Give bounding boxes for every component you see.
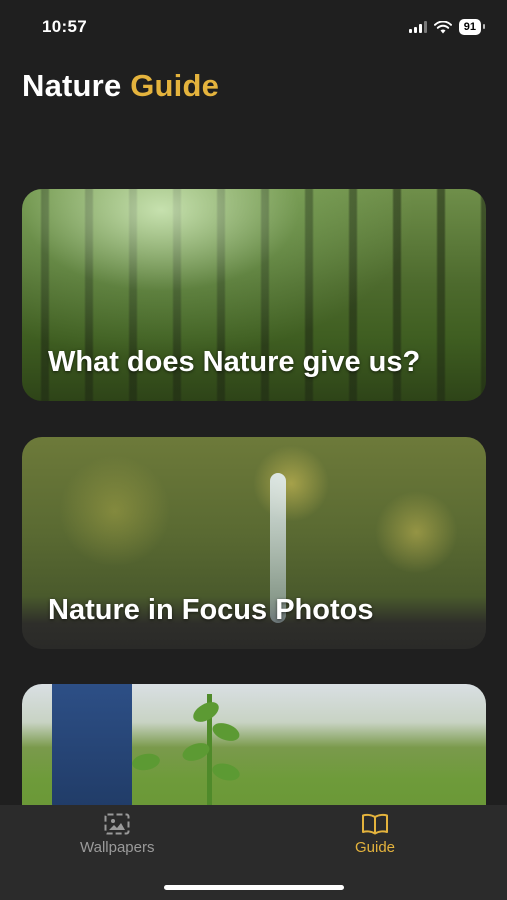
book-icon: [362, 813, 389, 835]
home-indicator[interactable]: [164, 885, 344, 890]
card-title: What does Nature give us?: [48, 346, 421, 378]
wallpaper-image-icon: [104, 813, 130, 835]
card-title: Nature in Focus Photos: [48, 594, 374, 626]
cellular-signal-icon: [408, 21, 427, 33]
status-bar: 10:57 91: [0, 0, 507, 56]
tab-guide[interactable]: Guide: [355, 813, 395, 856]
tab-wallpapers[interactable]: Wallpapers: [80, 813, 154, 856]
page-title-main: Nature: [22, 68, 122, 103]
wifi-icon: [433, 20, 452, 33]
page-title: Nature Guide: [22, 68, 219, 104]
tab-label: Guide: [355, 839, 396, 856]
leaf-shape: [130, 751, 162, 773]
leaf-shape: [210, 760, 242, 784]
page-title-accent: Guide: [130, 68, 220, 103]
status-time: 10:57: [42, 17, 87, 36]
battery-icon: 91: [458, 19, 486, 35]
leaf-shape: [210, 719, 242, 745]
status-icons: 91: [408, 19, 486, 35]
guide-card-nature-gives[interactable]: What does Nature give us?: [22, 189, 486, 401]
leaf-shape: [189, 698, 223, 726]
tab-label: Wallpapers: [80, 839, 155, 856]
guide-card-focus-photos[interactable]: Nature in Focus Photos: [22, 437, 486, 649]
person-legs-image: [52, 684, 132, 814]
